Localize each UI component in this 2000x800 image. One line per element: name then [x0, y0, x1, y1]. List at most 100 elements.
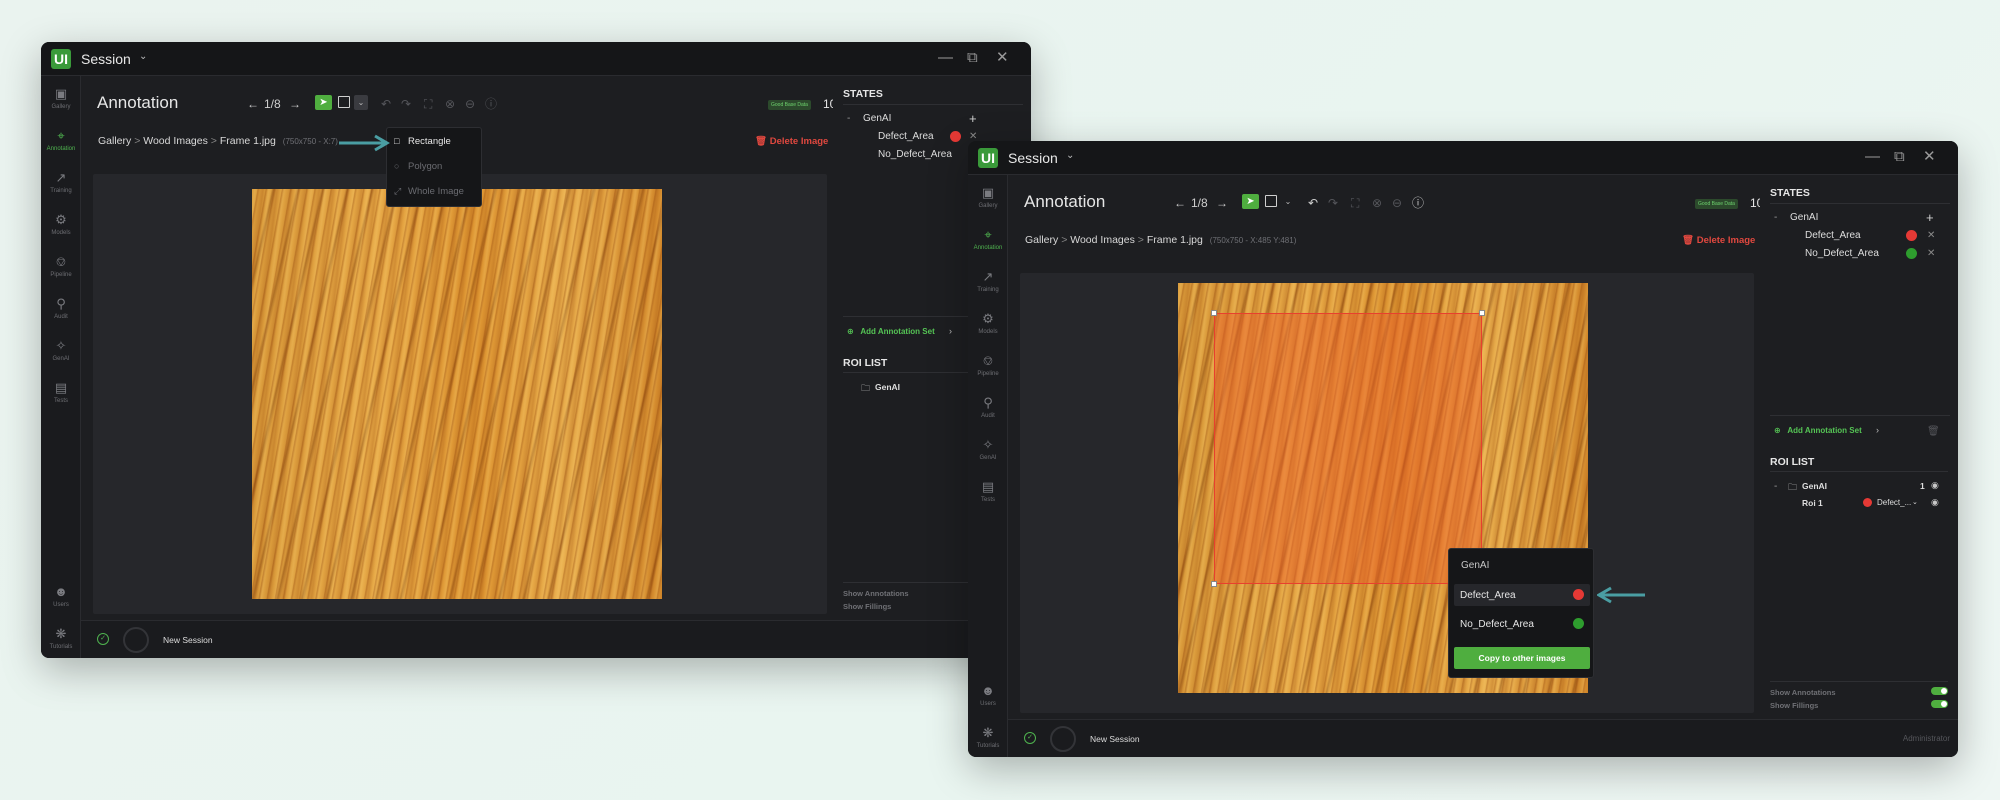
- sidebar-item-models[interactable]: ⚙ Models: [968, 311, 1008, 345]
- delete-image-button[interactable]: 🗑 Delete Image: [755, 136, 828, 147]
- collapse-icon[interactable]: -: [1774, 481, 1777, 492]
- close-icon[interactable]: ✕: [1923, 149, 1936, 165]
- info-icon[interactable]: ⓘ: [485, 97, 497, 111]
- select-tool-button[interactable]: ➤: [315, 95, 332, 110]
- wood-image[interactable]: [252, 189, 662, 599]
- resize-handle[interactable]: [1211, 310, 1217, 316]
- sidebar-item-users[interactable]: ☻ Users: [968, 683, 1008, 717]
- remove-state-icon[interactable]: ✕: [1927, 230, 1935, 241]
- tool-dropdown-button[interactable]: ⌄: [354, 95, 368, 110]
- clear-icon[interactable]: ⊗: [1372, 196, 1382, 210]
- breadcrumb-gallery[interactable]: Gallery: [98, 135, 131, 147]
- trash-icon[interactable]: 🗑: [1927, 426, 1940, 437]
- rectangle-tool-button[interactable]: [338, 96, 350, 108]
- sidebar-item-tests[interactable]: ▤ Tests: [41, 380, 81, 414]
- add-state-icon[interactable]: +: [969, 112, 977, 125]
- sidebar-item-tutorials[interactable]: ❋ Tutorials: [968, 725, 1008, 757]
- session-avatar[interactable]: [1050, 726, 1076, 752]
- chevron-down-icon[interactable]: ⌄: [1912, 498, 1918, 506]
- new-session-label[interactable]: New Session: [163, 635, 213, 645]
- undo-button[interactable]: ↶: [381, 97, 391, 111]
- menu-item-polygon[interactable]: ○ Polygon: [394, 161, 442, 172]
- remove-state-icon[interactable]: ✕: [1927, 248, 1935, 259]
- state-no-defect-area[interactable]: No_Defect_Area: [878, 149, 952, 160]
- breadcrumb-folder[interactable]: Wood Images: [1070, 234, 1135, 246]
- eye-icon[interactable]: ◉: [1931, 480, 1939, 491]
- state-defect-area[interactable]: Defect_Area: [878, 131, 934, 142]
- show-annotations-toggle[interactable]: [1931, 687, 1948, 695]
- session-avatar[interactable]: [123, 627, 149, 653]
- resize-handle[interactable]: [1479, 310, 1485, 316]
- eye-icon[interactable]: ◉: [1931, 497, 1939, 508]
- roi-group-genai[interactable]: GenAI: [1802, 481, 1827, 491]
- clear-icon[interactable]: ⊗: [445, 97, 455, 111]
- tool-dropdown-button[interactable]: ⌄: [1281, 194, 1295, 209]
- chevron-down-icon[interactable]: ⌄: [139, 51, 147, 62]
- info-icon[interactable]: ⓘ: [1412, 196, 1424, 210]
- restore-icon[interactable]: ⧉: [1894, 149, 1905, 165]
- new-session-label[interactable]: New Session: [1090, 734, 1140, 744]
- restore-icon[interactable]: ⧉: [967, 50, 978, 66]
- sidebar-item-genai[interactable]: ✧ GenAI: [968, 437, 1008, 471]
- resize-handle[interactable]: [1211, 581, 1217, 587]
- undo-button[interactable]: ↶: [1308, 196, 1318, 210]
- fit-icon[interactable]: ⛶: [424, 97, 432, 111]
- menu-item-whole-image[interactable]: ⤢ Whole Image: [394, 186, 464, 197]
- toolbar: Annotation ← 1/8 → ➤ ⌄ ↶ ↷ ⛶ ⊗ ⊖ ⓘ Good …: [81, 76, 854, 130]
- menu-item-rectangle[interactable]: □ Rectangle: [394, 136, 451, 147]
- add-annotation-set-button[interactable]: ⊕ Add Annotation Set: [847, 327, 935, 336]
- sidebar-item-genai[interactable]: ✧ GenAI: [41, 338, 81, 372]
- sidebar-item-pipeline[interactable]: ⎊ Pipeline: [968, 353, 1008, 387]
- redo-button[interactable]: ↷: [401, 97, 411, 111]
- prev-image-button[interactable]: ←: [1174, 196, 1186, 210]
- roi-item[interactable]: Roi 1: [1802, 498, 1823, 508]
- popup-option-defect-area[interactable]: Defect_Area: [1454, 584, 1590, 606]
- state-group-genai[interactable]: GenAI: [1790, 212, 1818, 223]
- minus-circle-icon[interactable]: ⊖: [1392, 196, 1402, 210]
- sidebar-item-users[interactable]: ☻ Users: [41, 584, 81, 618]
- roi-group-genai[interactable]: GenAI: [875, 382, 900, 392]
- prev-image-button[interactable]: ←: [247, 97, 259, 111]
- popup-option-no-defect-area[interactable]: No_Defect_Area: [1454, 613, 1590, 635]
- image-canvas[interactable]: [93, 174, 827, 614]
- state-no-defect-area[interactable]: No_Defect_Area: [1805, 248, 1879, 259]
- collapse-icon[interactable]: -: [847, 113, 850, 124]
- next-image-button[interactable]: →: [289, 97, 301, 111]
- minimize-icon[interactable]: —: [938, 50, 953, 66]
- collapse-icon[interactable]: -: [1774, 212, 1777, 223]
- roi-rectangle[interactable]: [1211, 310, 1485, 587]
- sidebar-item-training[interactable]: ↗ Training: [41, 170, 81, 204]
- minus-circle-icon[interactable]: ⊖: [465, 97, 475, 111]
- sidebar-item-gallery[interactable]: ▣ Gallery: [968, 185, 1008, 219]
- sidebar-item-audit[interactable]: ⚲ Audit: [41, 296, 81, 330]
- add-state-icon[interactable]: +: [1926, 211, 1934, 224]
- delete-image-button[interactable]: 🗑 Delete Image: [1682, 235, 1755, 246]
- sidebar-item-annotation[interactable]: ⌖ Annotation: [968, 227, 1008, 261]
- chevron-right-icon[interactable]: ›: [1876, 425, 1879, 435]
- show-fillings-toggle[interactable]: [1931, 700, 1948, 708]
- sidebar-item-audit[interactable]: ⚲ Audit: [968, 395, 1008, 429]
- state-defect-area[interactable]: Defect_Area: [1805, 230, 1861, 241]
- sidebar-item-tutorials[interactable]: ❋ Tutorials: [41, 626, 81, 658]
- fit-icon[interactable]: ⛶: [1351, 196, 1359, 210]
- copy-to-other-images-button[interactable]: Copy to other images: [1454, 647, 1590, 669]
- chevron-down-icon[interactable]: ⌄: [1066, 150, 1074, 161]
- minimize-icon[interactable]: —: [1865, 149, 1880, 165]
- sidebar-item-gallery[interactable]: ▣ Gallery: [41, 86, 81, 120]
- sidebar-item-training[interactable]: ↗ Training: [968, 269, 1008, 303]
- sidebar-item-models[interactable]: ⚙ Models: [41, 212, 81, 246]
- next-image-button[interactable]: →: [1216, 196, 1228, 210]
- add-annotation-set-button[interactable]: ⊕ Add Annotation Set: [1774, 426, 1862, 435]
- rectangle-tool-button[interactable]: [1265, 195, 1277, 207]
- sidebar-item-pipeline[interactable]: ⎊ Pipeline: [41, 254, 81, 288]
- state-group-genai[interactable]: GenAI: [863, 113, 891, 124]
- select-tool-button[interactable]: ➤: [1242, 194, 1259, 209]
- chevron-right-icon[interactable]: ›: [949, 326, 952, 336]
- close-icon[interactable]: ✕: [996, 50, 1009, 66]
- sidebar-item-annotation[interactable]: ⌖ Annotation: [41, 128, 81, 162]
- roi-state-select[interactable]: Defect_...: [1877, 498, 1911, 507]
- breadcrumb-gallery[interactable]: Gallery: [1025, 234, 1058, 246]
- sidebar-item-tests[interactable]: ▤ Tests: [968, 479, 1008, 513]
- redo-button[interactable]: ↷: [1328, 196, 1338, 210]
- breadcrumb-folder[interactable]: Wood Images: [143, 135, 208, 147]
